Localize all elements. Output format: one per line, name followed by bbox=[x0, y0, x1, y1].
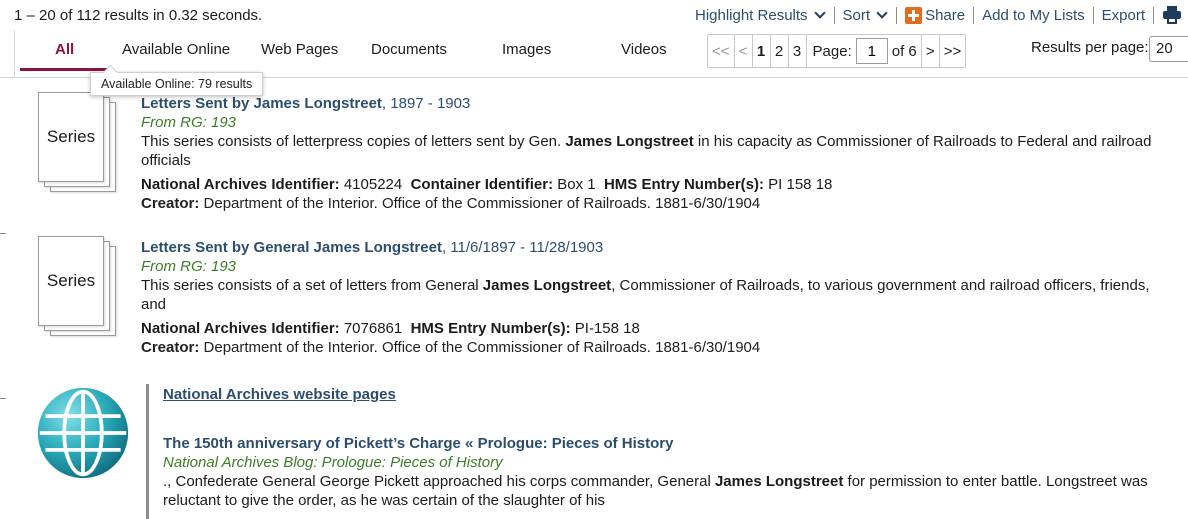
page-1-button[interactable]: 1 bbox=[753, 35, 771, 67]
result-text: Letters Sent by General James Longstreet… bbox=[141, 238, 1171, 357]
results-tab-row: All Available Online Web Pages Documents… bbox=[0, 30, 1188, 78]
divider bbox=[833, 6, 835, 24]
series-stack-icon[interactable]: Series bbox=[38, 92, 118, 192]
result-description: This series consists of a set of letters… bbox=[141, 277, 1150, 313]
divider bbox=[896, 6, 898, 24]
sort-button[interactable]: Sort bbox=[843, 7, 889, 24]
result-description: This series consists of letterpress copi… bbox=[141, 133, 1152, 169]
result-identifiers: National Archives Identifier: 4105224 Co… bbox=[141, 176, 833, 193]
print-button[interactable] bbox=[1162, 6, 1182, 24]
web-pages-result: National Archives website pages The 150t… bbox=[146, 384, 1176, 519]
web-result-title-link[interactable]: The 150th anniversary of Pickett’s Charg… bbox=[163, 435, 673, 452]
results-per-page-select[interactable]: 20 bbox=[1149, 36, 1188, 62]
page-number-input[interactable] bbox=[855, 38, 888, 64]
plus-square-icon bbox=[905, 6, 923, 24]
add-to-my-lists-button[interactable]: Add to My Lists bbox=[982, 7, 1085, 24]
web-result-source: National Archives Blog: Prologue: Pieces… bbox=[163, 454, 503, 471]
divider bbox=[973, 6, 975, 24]
printer-icon bbox=[1162, 6, 1182, 24]
tab-all[interactable]: All bbox=[55, 41, 74, 58]
result-title-link[interactable]: Letters Sent by General James Longstreet bbox=[141, 239, 442, 256]
page-label: Page: bbox=[812, 42, 852, 60]
result-title-prefix: Letters Sent by bbox=[141, 95, 254, 112]
share-label: Share bbox=[925, 6, 966, 24]
results-per-page-label: Results per page: bbox=[1031, 39, 1149, 56]
result-count: 1 – 20 of 112 results in 0.32 seconds. bbox=[14, 7, 263, 24]
result-title-dates: , 11/6/1897 - 11/28/1903 bbox=[441, 239, 604, 256]
globe-icon bbox=[37, 387, 129, 479]
tab-images[interactable]: Images bbox=[502, 41, 551, 58]
result-title-highlight: General James Longstreet bbox=[253, 239, 442, 256]
tab-documents[interactable]: Documents bbox=[371, 41, 447, 58]
last-page-button[interactable]: >> bbox=[940, 35, 966, 67]
result-identifiers: National Archives Identifier: 7076861 HM… bbox=[141, 320, 640, 337]
chevron-down-icon bbox=[876, 6, 888, 19]
chevron-down-icon bbox=[813, 6, 826, 19]
tab-web-pages[interactable]: Web Pages bbox=[261, 41, 338, 58]
divider bbox=[0, 398, 6, 399]
divider bbox=[1153, 6, 1154, 24]
result-title-dates: , 1897 - 1903 bbox=[381, 95, 471, 112]
result-actions: Highlight Results Sort Share Add to My L… bbox=[695, 6, 1182, 24]
series-stack-icon[interactable]: Series bbox=[38, 236, 118, 336]
export-label: Export bbox=[1101, 6, 1145, 24]
share-button[interactable]: Share bbox=[905, 6, 966, 24]
web-result-item: The 150th anniversary of Pickett’s Charg… bbox=[163, 434, 1163, 510]
result-title-link[interactable]: Letters Sent by James Longstreet bbox=[141, 95, 382, 112]
divider bbox=[14, 30, 15, 78]
first-page-button[interactable]: << bbox=[708, 35, 735, 67]
pagination: << < 1 2 3 Page: of 6 > >> bbox=[707, 34, 967, 68]
series-thumb-label: Series bbox=[38, 236, 104, 326]
result-creator: Creator: Department of the Interior. Off… bbox=[141, 339, 761, 356]
result-text: Letters Sent by James Longstreet, 1897 -… bbox=[141, 94, 1171, 213]
highlight-results-button[interactable]: Highlight Results bbox=[695, 7, 826, 24]
top-bar: 1 – 20 of 112 results in 0.32 seconds. H… bbox=[0, 0, 1188, 30]
result-title-highlight: James Longstreet bbox=[253, 95, 382, 112]
web-pages-heading-link[interactable]: National Archives website pages bbox=[163, 386, 396, 403]
divider bbox=[0, 233, 6, 234]
prev-page-button[interactable]: < bbox=[735, 35, 753, 67]
page-count-label: of 6 bbox=[888, 35, 922, 67]
export-button[interactable]: Export bbox=[1102, 7, 1145, 24]
series-thumb-label: Series bbox=[38, 92, 104, 182]
page-3-button[interactable]: 3 bbox=[789, 35, 807, 67]
sort-label: Sort bbox=[842, 6, 871, 24]
web-result-description: ., Confederate General George Pickett ap… bbox=[163, 473, 1148, 509]
highlight-results-label: Highlight Results bbox=[694, 6, 808, 24]
next-page-button[interactable]: > bbox=[922, 35, 940, 67]
divider bbox=[1092, 6, 1094, 24]
result-creator: Creator: Department of the Interior. Off… bbox=[141, 195, 761, 212]
result-title-prefix: Letters Sent by bbox=[141, 239, 254, 256]
result-record-group: From RG: 193 bbox=[141, 258, 237, 275]
page-2-button[interactable]: 2 bbox=[771, 35, 789, 67]
add-to-lists-label: Add to My Lists bbox=[982, 6, 1085, 24]
tab-tooltip: Available Online: 79 results bbox=[90, 72, 264, 96]
tab-available-online[interactable]: Available Online bbox=[122, 41, 230, 58]
tab-videos[interactable]: Videos bbox=[621, 41, 667, 58]
active-tab-indicator bbox=[20, 68, 110, 71]
result-record-group: From RG: 193 bbox=[141, 114, 237, 131]
